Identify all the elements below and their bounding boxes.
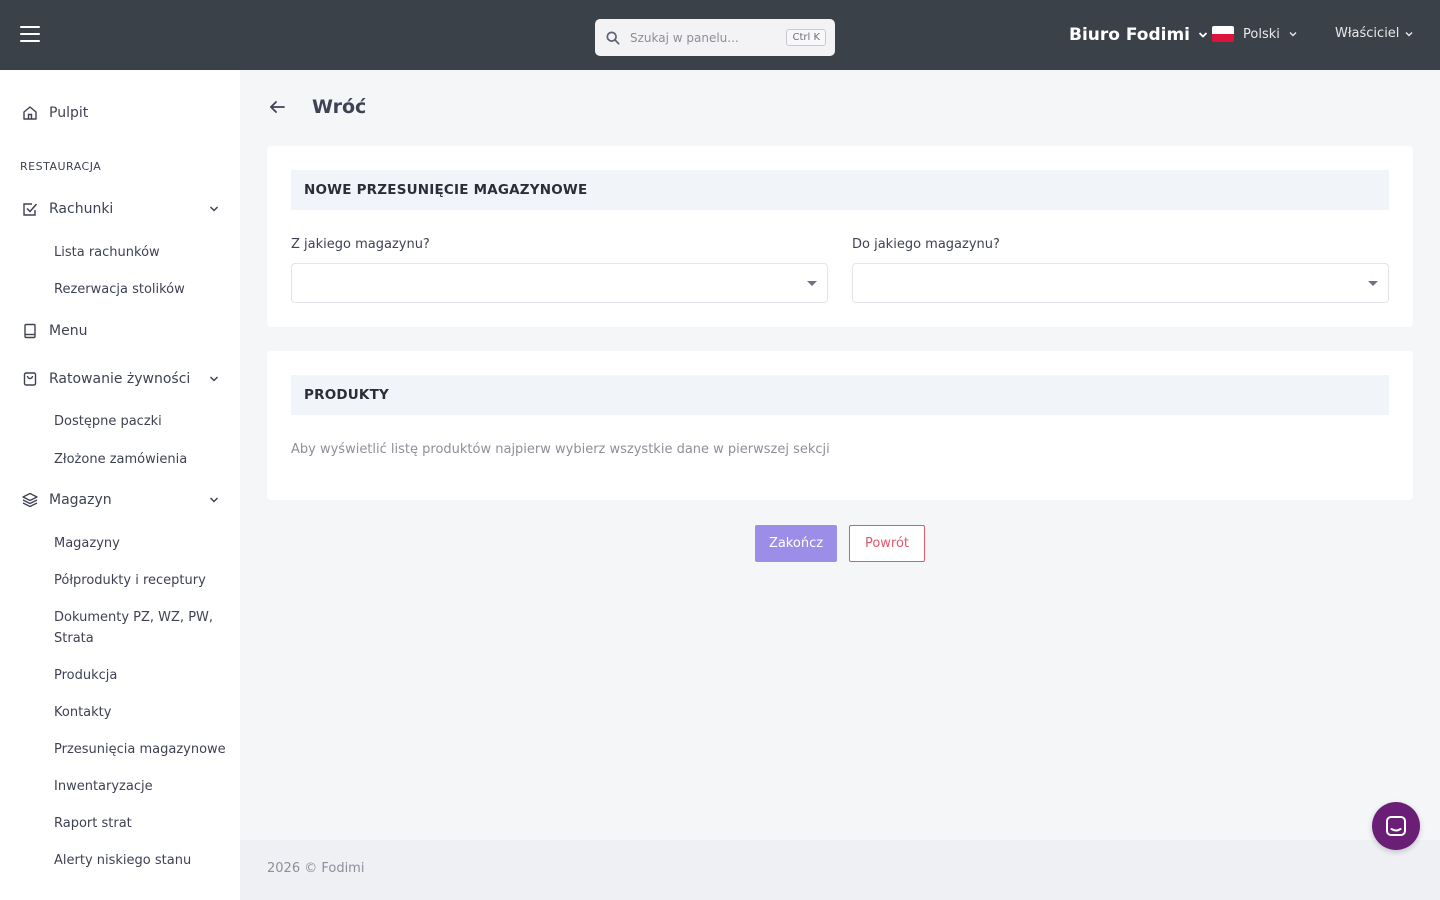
chevron-down-icon: [209, 206, 219, 212]
search-input[interactable]: [630, 30, 787, 45]
card-title: NOWE PRZESUNIĘCIE MAGAZYNOWE: [291, 170, 1389, 210]
sidebar-subitem-placed-orders[interactable]: Złożone zamówienia: [54, 449, 226, 470]
arrow-left-icon: [270, 101, 285, 113]
sidebar-subitem-warehouses[interactable]: Magazyny: [54, 533, 226, 554]
sidebar-item-warehouse[interactable]: Magazyn: [22, 492, 220, 508]
to-warehouse-label: Do jakiego magazynu?: [852, 237, 1000, 252]
search-box[interactable]: Ctrl K: [595, 19, 835, 56]
card-title: PRODUKTY: [291, 375, 1389, 415]
from-warehouse-label: Z jakiego magazynu?: [291, 237, 430, 252]
layers-icon: [22, 492, 38, 508]
sidebar-subitem-available-packages[interactable]: Dostępne paczki: [54, 411, 226, 432]
sidebar-item-label: Menu: [49, 323, 88, 339]
sidebar-subitem-contacts[interactable]: Kontakty: [54, 702, 226, 723]
caret-down-icon: [807, 281, 817, 286]
sidebar-subitem-low-stock-alerts[interactable]: Alerty niskiego stanu: [54, 850, 226, 871]
search-shortcut-badge: Ctrl K: [786, 29, 826, 46]
footer-copyright: 2026 © Fodimi: [267, 861, 365, 876]
sidebar-item-food-rescue[interactable]: Ratowanie żywności: [22, 371, 220, 387]
back-link[interactable]: Wróć: [268, 96, 366, 118]
company-name: Biuro Fodimi: [1069, 25, 1191, 45]
sidebar-item-dashboard[interactable]: Pulpit: [22, 105, 220, 121]
hamburger-menu-icon[interactable]: [20, 26, 40, 42]
chevron-down-icon: [1289, 32, 1297, 37]
transfer-details-card: NOWE PRZESUNIĘCIE MAGAZYNOWE Z jakiego m…: [267, 146, 1413, 327]
chevron-down-icon: [209, 376, 219, 382]
to-warehouse-select[interactable]: [852, 263, 1389, 303]
chevron-down-icon: [1405, 31, 1413, 36]
sidebar-subitem-stock-transfers[interactable]: Przesunięcia magazynowe: [54, 739, 226, 760]
from-warehouse-select[interactable]: [291, 263, 828, 303]
language-label: Polski: [1243, 26, 1280, 42]
chevron-down-icon: [209, 497, 219, 503]
chat-icon: [1386, 816, 1406, 836]
chat-launcher-button[interactable]: [1372, 802, 1420, 850]
products-card: PRODUKTY Aby wyświetlić listę produktów …: [267, 351, 1413, 500]
sidebar-item-label: Rachunki: [49, 201, 114, 217]
page-title: Wróć: [312, 96, 367, 118]
language-switcher[interactable]: Polski: [1212, 26, 1298, 42]
shopping-bag-icon: [23, 372, 37, 386]
book-icon: [24, 323, 36, 339]
footer: 2026 © Fodimi: [240, 840, 1440, 900]
top-bar: Ctrl K Biuro Fodimi Polski Właściciel: [0, 0, 1440, 70]
sidebar-item-label: Magazyn: [49, 492, 112, 508]
sidebar-item-bills[interactable]: Rachunki: [22, 201, 220, 217]
sidebar-item-label: Ratowanie żywności: [49, 371, 191, 387]
return-button[interactable]: Powrót: [849, 525, 925, 562]
sidebar-item-menu[interactable]: Menu: [22, 323, 220, 339]
user-role: Właściciel: [1335, 26, 1400, 41]
sidebar-subitem-inventories[interactable]: Inwentaryzacje: [54, 776, 226, 797]
home-icon: [23, 106, 37, 120]
products-hint: Aby wyświetlić listę produktów najpierw …: [291, 442, 830, 457]
search-icon: [606, 30, 620, 45]
sidebar-subitem-semi-products[interactable]: Półprodukty i receptury: [54, 570, 226, 591]
company-switcher[interactable]: Biuro Fodimi: [1069, 25, 1208, 45]
sidebar-subitem-bill-list[interactable]: Lista rachunków: [54, 242, 226, 263]
user-menu[interactable]: Właściciel: [1335, 26, 1414, 41]
sidebar-subitem-documents[interactable]: Dokumenty PZ, WZ, PW, Strata: [54, 607, 226, 649]
finish-button[interactable]: Zakończ: [755, 525, 837, 562]
poland-flag-icon: [1212, 26, 1234, 42]
sidebar-item-label: Pulpit: [49, 105, 89, 121]
sidebar-section-label: RESTAURACJA: [20, 160, 102, 173]
chevron-down-icon: [1198, 32, 1208, 38]
checkbox-icon: [23, 203, 38, 216]
sidebar-subitem-loss-report[interactable]: Raport strat: [54, 813, 226, 834]
sidebar-subitem-table-reservation[interactable]: Rezerwacja stolików: [54, 279, 226, 300]
sidebar-subitem-production[interactable]: Produkcja: [54, 665, 226, 686]
caret-down-icon: [1368, 281, 1378, 286]
